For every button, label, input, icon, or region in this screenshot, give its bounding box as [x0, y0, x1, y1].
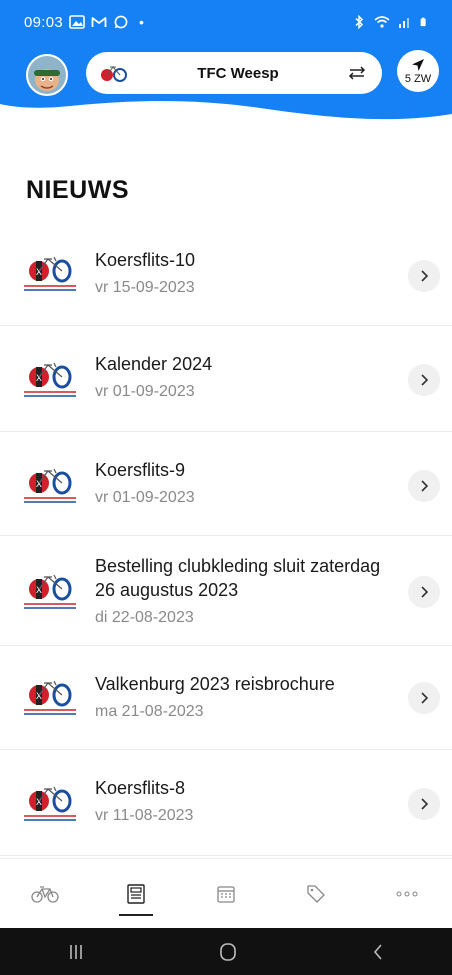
nav-calendar[interactable]	[201, 874, 251, 914]
page-title: NIEUWS	[26, 176, 129, 204]
news-item[interactable]: Koersflits-10 vr 15-09-2023	[0, 222, 452, 326]
open-news-button[interactable]	[408, 364, 440, 396]
gmail-icon	[91, 17, 107, 27]
user-avatar[interactable]	[26, 54, 68, 96]
recent-apps-icon[interactable]	[68, 943, 84, 961]
club-logo-icon	[22, 467, 78, 506]
status-bar: 09:03 •	[0, 0, 452, 44]
chevron-right-icon	[421, 480, 429, 492]
nav-offers[interactable]	[291, 874, 341, 914]
nav-more[interactable]	[382, 874, 432, 914]
system-navigation-bar	[0, 928, 452, 975]
avatar-image	[28, 56, 66, 94]
news-list: Koersflits-10 vr 15-09-2023 Kalender 202…	[0, 222, 452, 856]
bike-icon	[31, 885, 59, 903]
gallery-icon	[69, 15, 85, 29]
open-news-button[interactable]	[408, 682, 440, 714]
nav-rides[interactable]	[20, 874, 70, 914]
chevron-right-icon	[421, 586, 429, 598]
bottom-nav	[0, 858, 452, 928]
club-logo-icon	[101, 66, 127, 82]
wind-value: 5 ZW	[404, 72, 432, 85]
news-title: Valkenburg 2023 reisbrochure	[95, 674, 335, 694]
news-date: vr 15-09-2023	[95, 279, 195, 296]
club-logo-icon	[22, 679, 78, 718]
open-news-button[interactable]	[408, 470, 440, 502]
club-selector[interactable]: TFC Weesp	[86, 52, 382, 94]
club-logo-icon	[22, 785, 78, 824]
club-name: TFC Weesp	[197, 64, 279, 82]
news-item[interactable]: Bestelling clubkleding sluit zaterdag 26…	[0, 536, 452, 646]
app-header: 09:03 • TFC Weesp 5 ZW	[0, 0, 452, 140]
wifi-icon	[374, 16, 390, 28]
news-title: Koersflits-8	[95, 778, 186, 798]
news-item[interactable]: Valkenburg 2023 reisbrochure ma 21-08-20…	[0, 646, 452, 750]
open-news-button[interactable]	[408, 576, 440, 608]
bluetooth-icon	[355, 15, 364, 29]
wind-button[interactable]: 5 ZW	[397, 50, 439, 92]
news-title: Koersflits-9	[95, 460, 186, 480]
notification-dot: •	[139, 14, 144, 30]
news-title: Kalender 2024	[95, 354, 213, 374]
whatsapp-icon	[114, 15, 128, 29]
news-title: Bestelling clubkleding sluit zaterdag 26…	[95, 556, 381, 600]
news-item[interactable]: Koersflits-8 vr 11-08-2023	[0, 750, 452, 856]
status-time: 09:03	[24, 13, 64, 31]
chevron-right-icon	[421, 374, 429, 386]
club-logo-icon	[22, 255, 78, 294]
news-date: vr 01-09-2023	[95, 489, 195, 506]
back-icon[interactable]	[372, 943, 384, 961]
news-icon	[126, 883, 145, 904]
wind-direction-icon	[412, 58, 424, 71]
news-item[interactable]: Kalender 2024 vr 01-09-2023	[0, 326, 452, 432]
chevron-right-icon	[421, 798, 429, 810]
news-date: vr 11-08-2023	[95, 807, 194, 824]
calendar-icon	[217, 885, 235, 903]
club-logo-icon	[22, 361, 78, 400]
open-news-button[interactable]	[408, 788, 440, 820]
chevron-right-icon	[421, 270, 429, 282]
news-item[interactable]: Koersflits-9 vr 01-09-2023	[0, 432, 452, 536]
news-title: Koersflits-10	[95, 250, 196, 270]
news-date: ma 21-08-2023	[95, 703, 204, 720]
battery-icon	[420, 17, 426, 27]
more-icon	[396, 891, 418, 896]
news-date: vr 01-09-2023	[95, 383, 195, 400]
swap-icon	[348, 66, 366, 80]
nav-news[interactable]	[111, 874, 161, 916]
chevron-right-icon	[421, 692, 429, 704]
tag-icon	[307, 884, 326, 903]
news-date: di 22-08-2023	[95, 609, 194, 626]
signal-icon	[399, 18, 409, 28]
open-news-button[interactable]	[408, 260, 440, 292]
home-icon[interactable]	[219, 942, 237, 962]
club-logo-icon	[22, 573, 78, 612]
